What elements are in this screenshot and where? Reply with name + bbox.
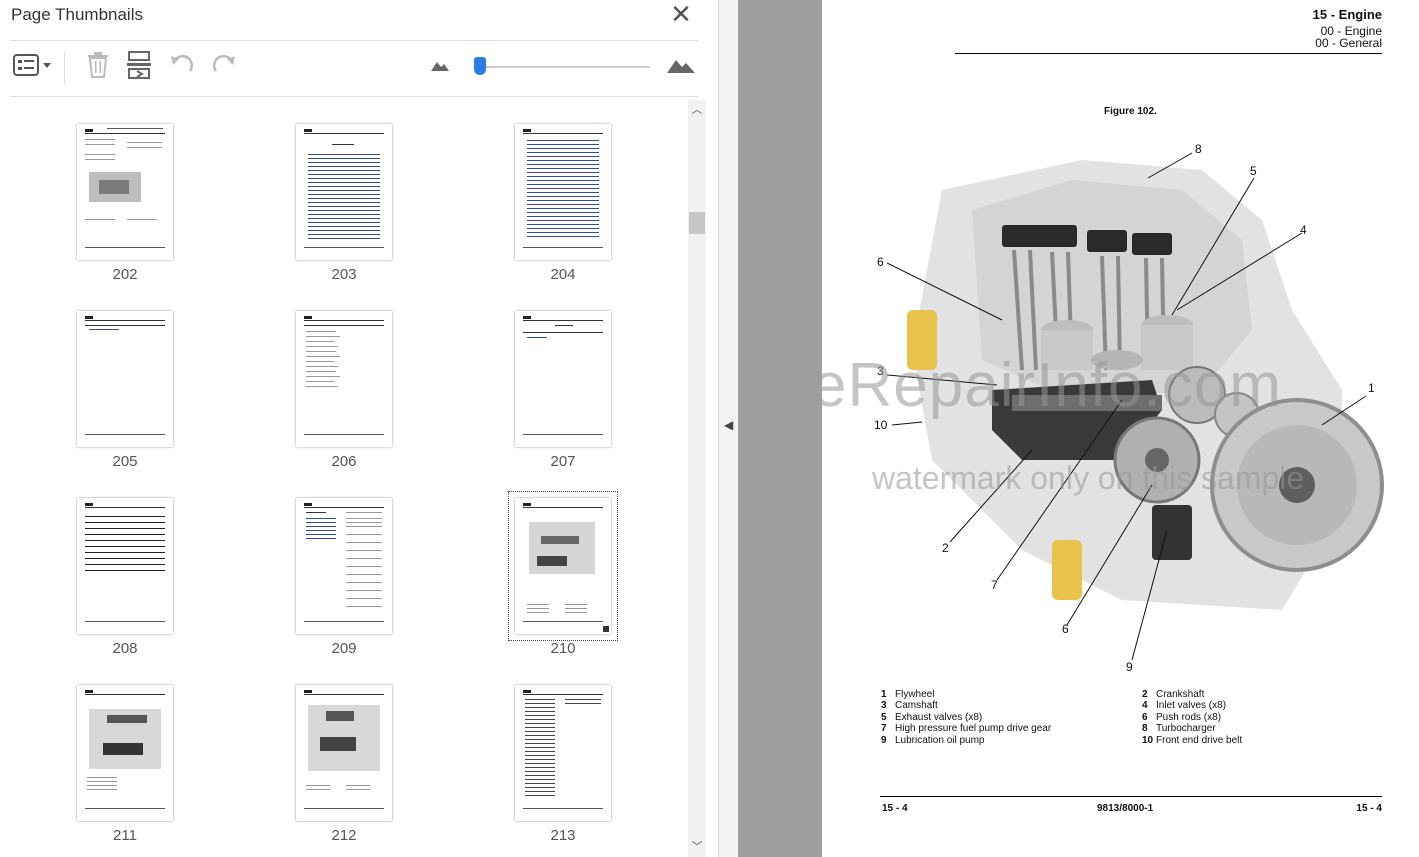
callout-label: 4 xyxy=(1300,223,1307,237)
figure-title: Figure 102. xyxy=(1104,106,1157,117)
thumbnail-page-number: 213 xyxy=(550,827,576,844)
legend-item: 5 Exhaust valves (x8) xyxy=(881,712,983,723)
scrollbar-thumb[interactable] xyxy=(689,212,705,234)
thumbnail-size-slider[interactable] xyxy=(472,57,652,77)
legend-item: 9 Lubrication oil pump xyxy=(881,735,985,746)
legend-item: 6 Push rods (x8) xyxy=(1142,712,1222,723)
thumbnail-page-number: 207 xyxy=(550,453,576,470)
thumbnail-page[interactable] xyxy=(515,124,611,260)
small-mountain-icon xyxy=(430,58,450,77)
document-background xyxy=(738,0,822,857)
callout-label: 7 xyxy=(991,578,998,592)
rotate-clockwise-icon xyxy=(210,51,238,84)
thumbnail-page[interactable] xyxy=(77,124,173,260)
thumbnail-page[interactable] xyxy=(77,311,173,447)
section-subtitle-2: 00 - General xyxy=(1315,36,1382,50)
rotate-counterclockwise-icon xyxy=(168,51,196,84)
callout-label: 6 xyxy=(1062,622,1069,636)
thumbnail-page-number: 212 xyxy=(331,827,357,844)
extract-pages-icon xyxy=(125,50,153,85)
legend-item: 7 High pressure fuel pump drive gear xyxy=(881,723,1052,734)
page-options-icon xyxy=(12,53,52,82)
callout-label: 2 xyxy=(942,541,949,555)
footer-doc-number: 9813/8000-1 xyxy=(1097,803,1154,814)
watermark-text: eRepairInfo.com xyxy=(822,351,1282,420)
callout-label: 1 xyxy=(1368,381,1375,395)
panel-title: Page Thumbnails xyxy=(11,5,143,24)
thumbnail-page-number: 206 xyxy=(331,453,357,470)
thumbnail-page[interactable] xyxy=(296,498,392,634)
thumbnail-page-number: 205 xyxy=(112,453,138,470)
footer-page-right: 15 - 4 xyxy=(1356,803,1382,814)
scroll-down-icon[interactable]: ﹀ xyxy=(688,837,706,857)
legend-item: 8 Turbocharger xyxy=(1142,723,1216,734)
thumbnail-page[interactable] xyxy=(515,685,611,821)
thumbnail-page-selected[interactable] xyxy=(515,498,611,634)
thumbnail-page-number: 209 xyxy=(331,640,357,657)
thumbnail-page[interactable] xyxy=(515,311,611,447)
rotate-counterclockwise-button[interactable] xyxy=(166,51,198,83)
footer-page-left: 15 - 4 xyxy=(882,803,908,814)
thumbnail-page[interactable] xyxy=(296,685,392,821)
large-mountain-icon xyxy=(666,56,696,79)
slider-handle[interactable] xyxy=(474,57,486,75)
panel-splitter[interactable]: ◀ xyxy=(718,0,739,857)
watermark-subtext: watermark only on this sample xyxy=(872,460,1305,496)
callout-label: 6 xyxy=(877,255,884,269)
thumbnail-page-number: 211 xyxy=(113,827,137,844)
legend-item: 10 Front end drive belt xyxy=(1142,735,1243,746)
callout-label: 5 xyxy=(1250,164,1257,178)
panel-header: Page Thumbnails ✕ xyxy=(0,0,718,40)
thumbnail-page-number: 204 xyxy=(550,266,576,283)
legend-item: 4 Inlet valves (x8) xyxy=(1142,700,1227,711)
callout-label: 9 xyxy=(1126,660,1133,674)
thumbnail-page[interactable] xyxy=(77,685,173,821)
thumbnails-toolbar xyxy=(10,40,698,97)
delete-pages-button[interactable] xyxy=(82,51,114,83)
header-rule xyxy=(955,53,1382,54)
thumbnail-page-number: 210 xyxy=(550,640,576,657)
thumbnails-grid: 202 203 204 205 206 207 208 209 210 211 … xyxy=(10,96,688,857)
trash-icon xyxy=(85,51,111,84)
scroll-up-icon[interactable]: ︿ xyxy=(688,100,706,120)
thumbnail-page-number: 208 xyxy=(112,640,138,657)
legend-item: 1 Flywheel xyxy=(881,689,935,700)
thumbnail-page-number: 202 xyxy=(112,266,138,283)
options-menu-button[interactable] xyxy=(10,51,54,83)
page-thumbnails-panel: Page Thumbnails ✕ 202 203 204 205 206 20… xyxy=(0,0,718,857)
thumbnail-page[interactable] xyxy=(296,124,392,260)
rotate-clockwise-button[interactable] xyxy=(208,51,240,83)
thumbnail-page-number: 203 xyxy=(331,266,357,283)
zoom-in-thumbnails-button[interactable] xyxy=(666,51,696,83)
zoom-out-thumbnails-button[interactable] xyxy=(428,51,452,83)
callout-label: 8 xyxy=(1195,142,1202,156)
thumbnail-page[interactable] xyxy=(296,311,392,447)
extract-pages-button[interactable] xyxy=(122,50,156,85)
document-page: 15 - Engine 00 - Engine 00 - General Fig… xyxy=(822,0,1419,857)
legend-item: 2 Crankshaft xyxy=(1142,689,1205,700)
legend-item: 3 Camshaft xyxy=(881,700,938,711)
footer-rule xyxy=(880,796,1382,797)
thumbnails-scrollbar[interactable]: ︿ ﹀ xyxy=(688,100,706,857)
collapse-panel-icon[interactable]: ◀ xyxy=(724,418,733,432)
thumbnail-page[interactable] xyxy=(77,498,173,634)
close-panel-button[interactable]: ✕ xyxy=(668,1,694,28)
section-title: 15 - Engine xyxy=(1312,7,1382,22)
